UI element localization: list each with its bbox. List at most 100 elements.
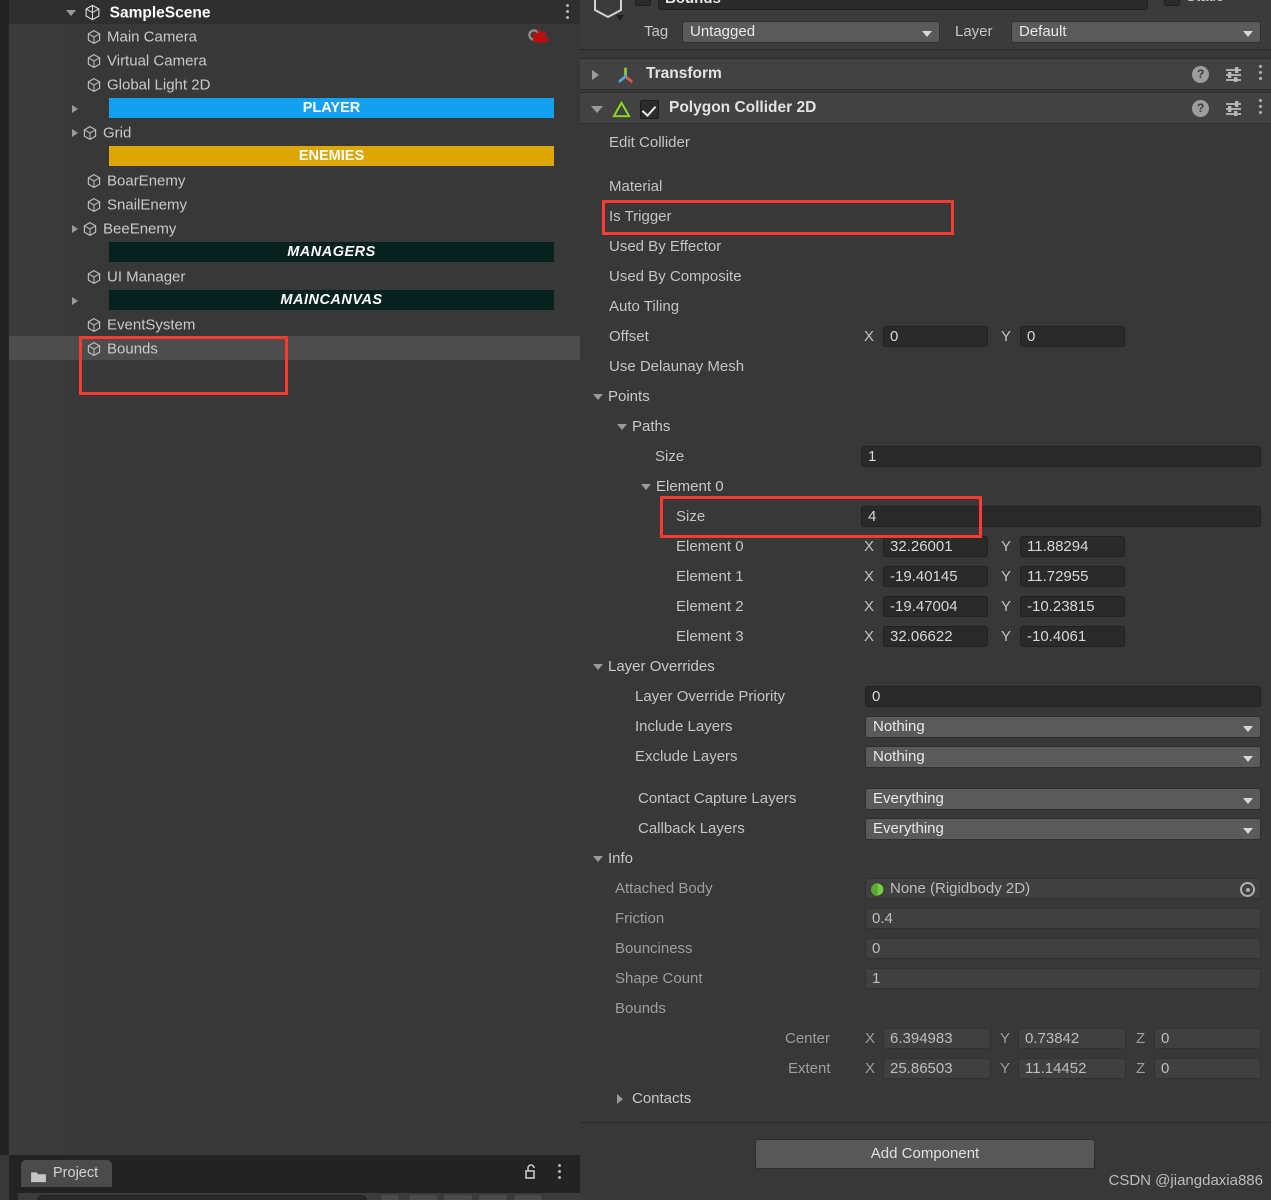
- hierarchy-panel[interactable]: SampleScene Main Camera Virtual Camera Glo…: [0, 0, 580, 1155]
- tag-dropdown[interactable]: Untagged: [682, 21, 940, 43]
- row-use-delaunay-mesh: Use Delaunay Mesh: [580, 352, 1271, 382]
- gameobject-cube-icon: [86, 316, 102, 333]
- chevron-right-icon[interactable]: [592, 70, 599, 80]
- help-icon[interactable]: ?: [1192, 65, 1210, 83]
- project-extra-button[interactable]: [514, 1195, 542, 1200]
- component-header-polygon-collider-2d[interactable]: Polygon Collider 2D ?: [580, 92, 1271, 124]
- point-2-y-input[interactable]: -10.23815: [1020, 596, 1125, 617]
- project-label-button[interactable]: [444, 1195, 472, 1200]
- chevron-down-icon[interactable]: [617, 424, 627, 430]
- edit-collider-label: Edit Collider: [609, 134, 690, 151]
- point-3-x-input[interactable]: 32.06622: [883, 626, 988, 647]
- component-header-transform[interactable]: Transform ?: [580, 58, 1271, 90]
- project-kebab-menu-icon[interactable]: [558, 1164, 562, 1182]
- tab-project[interactable]: Project: [21, 1160, 113, 1187]
- hierarchy-item-ui-manager[interactable]: UI Manager: [9, 264, 580, 288]
- hierarchy-item-snailenemy[interactable]: SnailEnemy: [9, 192, 580, 216]
- point-1-x-input[interactable]: -19.40145: [883, 566, 988, 587]
- paths-size-input[interactable]: 1: [861, 446, 1261, 467]
- hierarchy-item-bounds[interactable]: Bounds: [9, 336, 580, 360]
- hierarchy-divider-player[interactable]: PLAYER: [109, 98, 554, 118]
- component-kebab-menu-icon[interactable]: [1259, 99, 1263, 117]
- friction-value: 0.4: [865, 908, 1261, 929]
- chevron-down-icon[interactable]: [593, 856, 603, 862]
- extent-x-axis-label: X: [865, 1060, 876, 1077]
- project-type-button[interactable]: [409, 1195, 437, 1200]
- include-layers-dropdown[interactable]: Nothing: [865, 716, 1261, 738]
- hierarchy-divider-managers[interactable]: MANAGERS: [109, 242, 554, 262]
- inspector-footer-divider: [580, 1122, 1271, 1123]
- hierarchy-item-eventsystem[interactable]: EventSystem: [9, 312, 580, 336]
- point-0-y-input[interactable]: 11.88294: [1020, 536, 1125, 557]
- hierarchy-divider-canvas[interactable]: MAINCANVAS: [109, 290, 554, 310]
- extent-y-axis-label: Y: [1000, 1060, 1011, 1077]
- static-label: Static: [1186, 0, 1224, 5]
- layer-dropdown[interactable]: Default: [1011, 21, 1261, 43]
- row-attached-body: Attached Body None (Rigidbody 2D): [580, 874, 1271, 904]
- row-contacts-foldout[interactable]: Contacts: [580, 1084, 1271, 1114]
- component-enabled-checkbox[interactable]: [640, 100, 659, 119]
- exclude-layers-dropdown[interactable]: Nothing: [865, 746, 1261, 768]
- row-points-foldout[interactable]: Points: [580, 382, 1271, 412]
- hierarchy-item-beeenemy[interactable]: BeeEnemy: [9, 216, 580, 240]
- preset-settings-icon[interactable]: [1225, 100, 1243, 117]
- offset-x-input[interactable]: 0: [883, 326, 988, 347]
- row-paths-foldout[interactable]: Paths: [580, 412, 1271, 442]
- contact-capture-layers-dropdown[interactable]: Everything: [865, 788, 1261, 810]
- hierarchy-item-maincanvas[interactable]: MAINCANVAS: [9, 288, 580, 312]
- point-3-y-input[interactable]: -10.4061: [1020, 626, 1125, 647]
- chevron-down-icon[interactable]: [593, 664, 603, 670]
- hierarchy-item-main-camera[interactable]: Main Camera: [9, 24, 580, 48]
- point-1-y-input[interactable]: 11.72955: [1020, 566, 1125, 587]
- hierarchy-divider-enemies[interactable]: ENEMIES: [109, 146, 554, 166]
- callback-layers-dropdown[interactable]: Everything: [865, 818, 1261, 840]
- point-0-x-input[interactable]: 32.26001: [883, 536, 988, 557]
- offset-y-input[interactable]: 0: [1020, 326, 1125, 347]
- hierarchy-item-player[interactable]: PLAYER: [9, 96, 580, 120]
- gameobject-active-checkbox[interactable]: [635, 0, 651, 6]
- inspector-panel[interactable]: Bounds Static Tag Untagged Layer Default: [580, 0, 1271, 1200]
- lock-open-icon[interactable]: [524, 1164, 538, 1180]
- project-panel-tabbar[interactable]: Project: [0, 1155, 580, 1200]
- chevron-right-icon[interactable]: [72, 104, 78, 113]
- row-element0-foldout[interactable]: Element 0: [580, 472, 1271, 502]
- hierarchy-item-enemies[interactable]: ENEMIES: [9, 144, 580, 168]
- add-component-button[interactable]: Add Component: [755, 1139, 1095, 1169]
- project-favorites-button[interactable]: [479, 1195, 507, 1200]
- row-layer-overrides-foldout[interactable]: Layer Overrides: [580, 652, 1271, 682]
- points-size-input[interactable]: 4: [861, 506, 1261, 527]
- component-kebab-menu-icon[interactable]: [1259, 65, 1263, 83]
- help-icon[interactable]: ?: [1192, 99, 1210, 117]
- center-x-value: 6.394983: [883, 1028, 991, 1049]
- static-checkbox[interactable]: [1164, 0, 1180, 6]
- hierarchy-item-grid[interactable]: Grid: [9, 120, 580, 144]
- chevron-down-icon[interactable]: [641, 484, 651, 490]
- preset-settings-icon[interactable]: [1225, 66, 1243, 83]
- layer-dropdown-value: Default: [1019, 23, 1067, 40]
- chevron-right-icon[interactable]: [72, 296, 78, 305]
- hierarchy-item-global-light-2d[interactable]: Global Light 2D: [9, 72, 580, 96]
- chevron-right-icon[interactable]: [617, 1094, 623, 1104]
- hierarchy-root-row[interactable]: SampleScene: [9, 0, 580, 24]
- extent-y-value: 11.14452: [1018, 1058, 1126, 1079]
- center-x-axis-label: X: [865, 1030, 876, 1047]
- hierarchy-item-boarenemy[interactable]: BoarEnemy: [9, 168, 580, 192]
- component-title-transform: Transform: [646, 65, 722, 82]
- chevron-down-icon[interactable]: [65, 9, 76, 16]
- hierarchy-item-virtual-camera[interactable]: Virtual Camera: [9, 48, 580, 72]
- tag-layer-row: Tag Untagged Layer Default: [580, 18, 1271, 46]
- project-search-input[interactable]: [37, 1195, 367, 1200]
- chevron-right-icon[interactable]: [72, 128, 78, 137]
- hierarchy-item-managers[interactable]: MANAGERS: [9, 240, 580, 264]
- point-2-x-input[interactable]: -19.47004: [883, 596, 988, 617]
- row-paths-size: Size 1: [580, 442, 1271, 472]
- chevron-right-icon[interactable]: [72, 224, 78, 233]
- chevron-down-icon[interactable]: [593, 394, 603, 400]
- hierarchy-kebab-menu-icon[interactable]: [566, 4, 570, 22]
- gameobject-name-input[interactable]: Bounds: [658, 0, 1148, 10]
- layer-override-priority-input[interactable]: 0: [865, 686, 1261, 707]
- hierarchy-divider-label: MAINCANVAS: [280, 292, 383, 308]
- row-info-foldout[interactable]: Info: [580, 844, 1271, 874]
- project-filter-button[interactable]: [381, 1195, 399, 1200]
- chevron-down-icon[interactable]: [591, 106, 603, 113]
